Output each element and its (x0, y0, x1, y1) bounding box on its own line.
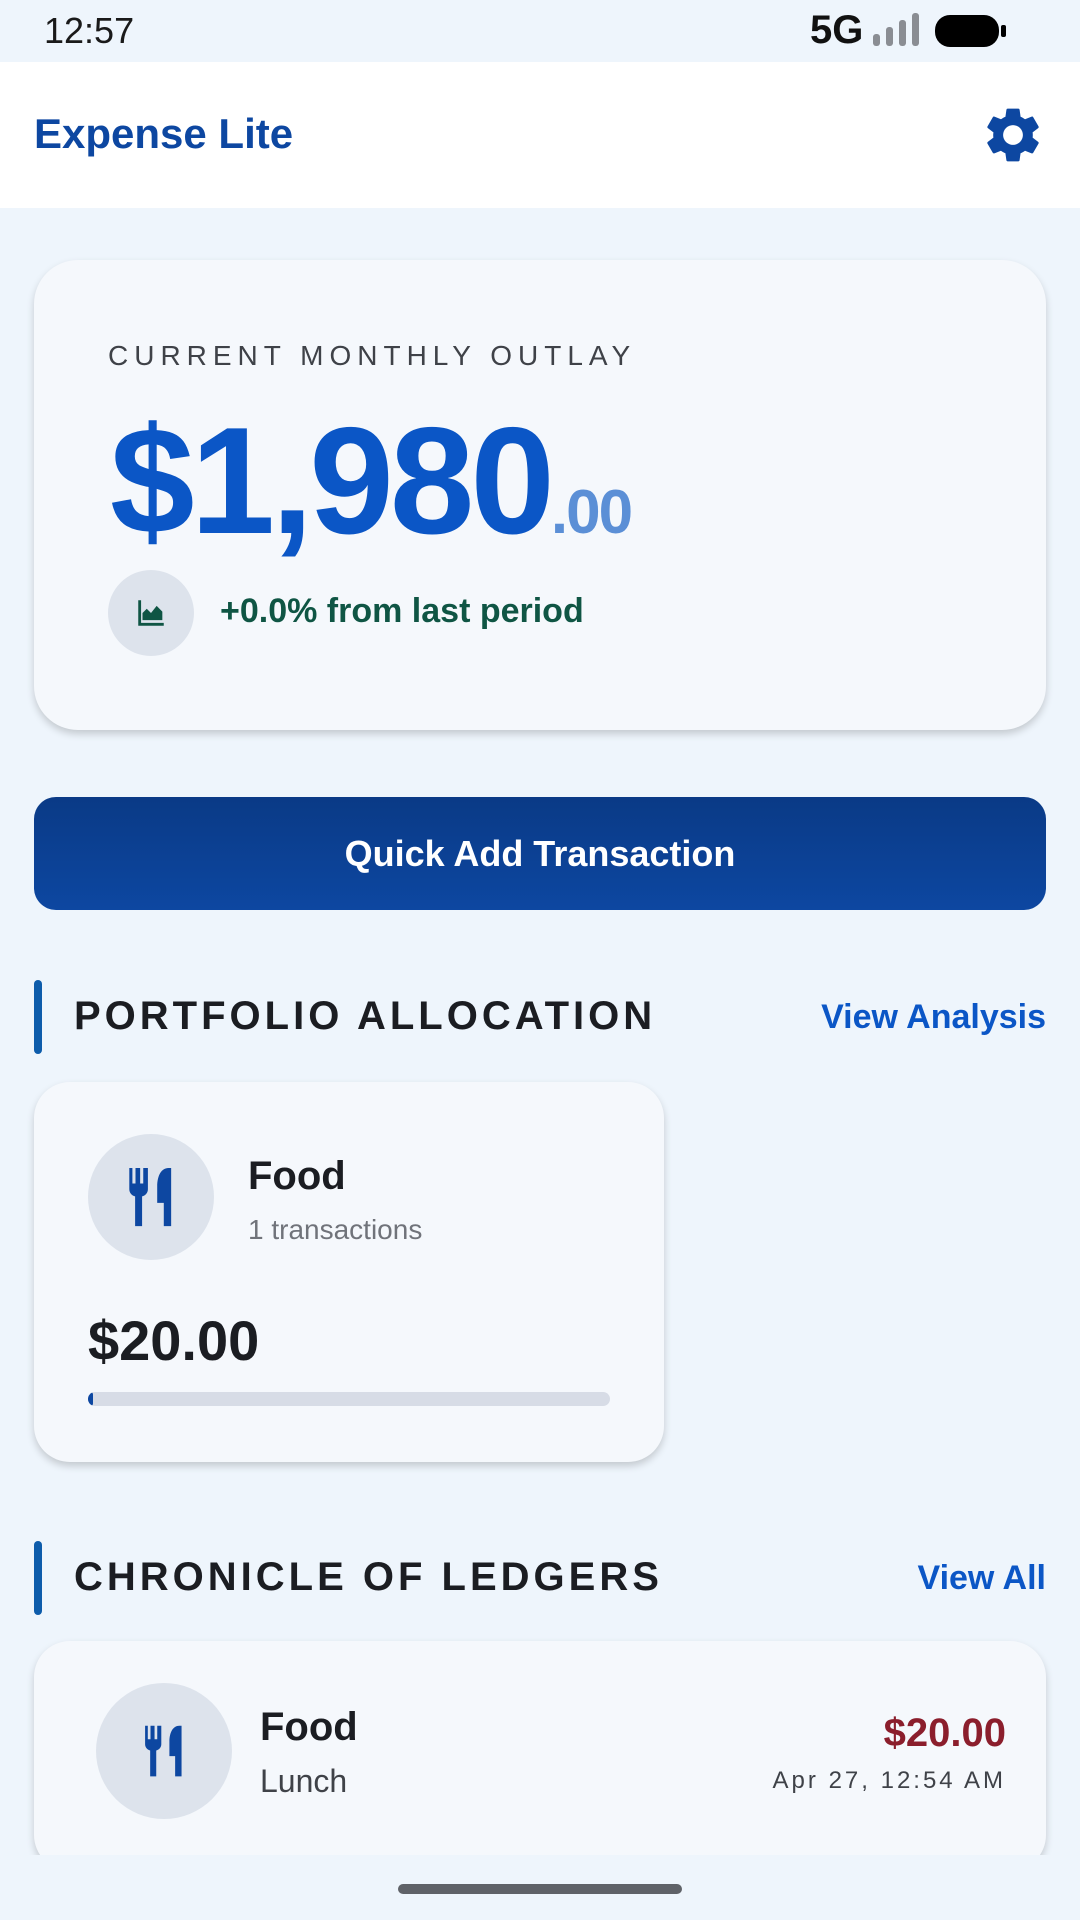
ledger-date: Apr 27, 12:54 AM (772, 1767, 1006, 1794)
trend-badge (108, 570, 194, 656)
outlay-amount-cents: .00 (550, 478, 633, 547)
app-bar: Expense Lite (0, 62, 1080, 208)
status-bar: 12:57 5G (0, 0, 1080, 62)
network-type: 5G (810, 8, 864, 52)
category-icon-badge (88, 1134, 214, 1260)
ledgers-title: CHRONICLE OF LEDGERS (74, 1555, 663, 1599)
ledger-note: Lunch (260, 1763, 348, 1799)
monthly-outlay-card: CURRENT MONTHLY OUTLAY $1,980.00 +0.0% f… (34, 260, 1046, 730)
utensils-icon (127, 1167, 172, 1227)
outlay-amount: $1,980.00 (110, 394, 633, 569)
section-accent-bar (34, 1541, 42, 1615)
ledger-item-food[interactable]: Food Lunch $20.00 Apr 27, 12:54 AM (34, 1641, 1046, 1871)
area-chart-icon (138, 600, 164, 626)
utensils-icon (143, 1725, 182, 1777)
allocation-transaction-count: 1 transactions (248, 1214, 423, 1245)
signal-icon (873, 13, 919, 46)
quick-add-transaction-button[interactable]: Quick Add Transaction (34, 797, 1046, 910)
allocation-progress-fill (88, 1392, 94, 1406)
ledger-category: Food (260, 1705, 358, 1749)
outlay-label: CURRENT MONTHLY OUTLAY (108, 340, 637, 371)
allocation-amount: $20.00 (88, 1309, 260, 1372)
ledger-amount: $20.00 (883, 1711, 1006, 1755)
allocation-card-food[interactable]: Food 1 transactions $20.00 (34, 1082, 664, 1462)
allocation-category-name: Food (248, 1154, 346, 1198)
section-accent-bar (34, 980, 42, 1054)
settings-button[interactable] (976, 98, 1050, 172)
allocation-progress-bar (88, 1392, 610, 1406)
home-indicator[interactable] (398, 1884, 682, 1894)
allocation-title: PORTFOLIO ALLOCATION (74, 994, 657, 1038)
app-title: Expense Lite (34, 110, 294, 157)
status-time: 12:57 (44, 10, 135, 51)
view-analysis-link[interactable]: View Analysis (821, 998, 1046, 1037)
category-icon-badge (96, 1683, 232, 1819)
battery-icon (935, 15, 1006, 47)
outlay-amount-main: $1,980 (110, 396, 555, 566)
view-all-link[interactable]: View All (918, 1559, 1047, 1598)
gear-icon (987, 108, 1039, 162)
trend-text: +0.0% from last period (220, 592, 584, 630)
